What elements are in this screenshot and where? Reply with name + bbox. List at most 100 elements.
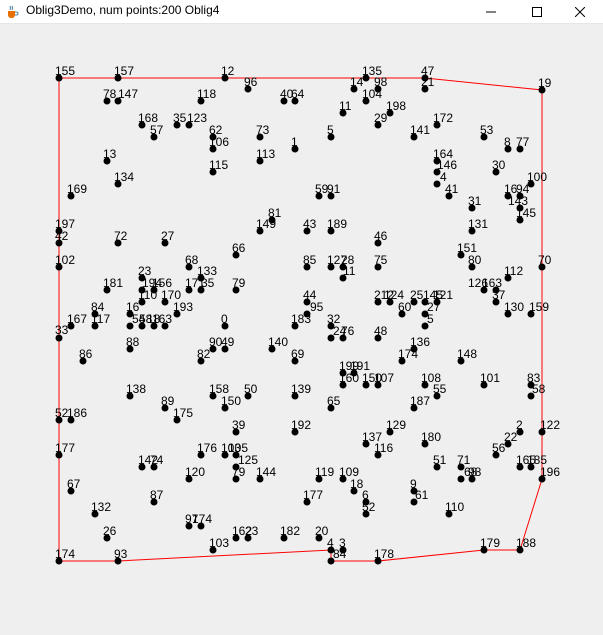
point-label: 106 <box>209 135 229 149</box>
point-label: 60 <box>398 300 412 314</box>
point-label: 178 <box>374 547 394 561</box>
point-label: 100 <box>527 170 547 184</box>
point-label: 112 <box>504 264 523 278</box>
point-label: 134 <box>114 170 134 184</box>
point-label: 107 <box>374 371 394 385</box>
point-label: 159 <box>529 300 549 314</box>
point-label: 140 <box>268 335 288 349</box>
point-label: 42 <box>55 229 69 243</box>
point-label: 95 <box>310 300 324 314</box>
window-titlebar[interactable]: Oblig3Demo, num points:200 Oblig4 <box>0 0 603 24</box>
point-label: 35 <box>201 276 215 290</box>
point-label: 76 <box>341 324 355 338</box>
point-label: 110 <box>445 500 464 514</box>
point-label: 86 <box>79 347 93 361</box>
point-label: 104 <box>362 87 382 101</box>
point-label: 84 <box>333 547 347 561</box>
point-label: 102 <box>55 253 75 267</box>
point-label: 183 <box>291 312 311 326</box>
point-label: 66 <box>232 241 246 255</box>
point-label: 182 <box>280 524 300 538</box>
point-label: 53 <box>480 123 494 137</box>
point-label: 64 <box>291 87 305 101</box>
point-label: 22 <box>504 430 518 444</box>
point-label: 67 <box>67 477 81 491</box>
point-label: 167 <box>67 312 87 326</box>
point-label: 93 <box>114 547 128 561</box>
point-label: 138 <box>126 382 146 396</box>
point-label: 49 <box>221 335 235 349</box>
point-label: 52 <box>362 500 376 514</box>
point-label: 193 <box>173 300 193 314</box>
point-label: 21 <box>421 75 435 89</box>
point-label: 58 <box>532 382 546 396</box>
point-label: 11 <box>339 99 352 113</box>
point-label: 141 <box>410 123 430 137</box>
point-label: 75 <box>374 253 388 267</box>
minimize-button[interactable] <box>468 0 514 23</box>
point-label: 5 <box>427 312 434 326</box>
point-label: 12 <box>221 64 235 78</box>
java-cup-icon <box>5 4 19 18</box>
point-label: 70 <box>538 253 552 267</box>
point-label: 91 <box>327 182 341 196</box>
point-label: 73 <box>256 123 270 137</box>
point-label: 132 <box>91 500 111 514</box>
point-label: 43 <box>303 217 317 231</box>
point-label: 198 <box>386 99 406 113</box>
point-label: 175 <box>173 406 193 420</box>
point-label: 160 <box>339 371 359 385</box>
point-label: 131 <box>468 217 488 231</box>
point-label: 69 <box>291 347 305 361</box>
point-label: 110 <box>138 288 157 302</box>
point-label: 46 <box>374 229 388 243</box>
point-label: 172 <box>433 111 453 125</box>
point-label: 74 <box>150 453 164 467</box>
point-label: 169 <box>67 182 87 196</box>
point-label: 5 <box>327 123 334 137</box>
point-label: 123 <box>187 111 207 125</box>
point-label: 118 <box>197 87 216 101</box>
point-label: 48 <box>374 324 388 338</box>
point-label: 19 <box>538 76 552 90</box>
point-label: 176 <box>197 441 217 455</box>
point-label: 113 <box>256 147 275 161</box>
point-label: 8 <box>504 135 511 149</box>
point-label: 78 <box>103 87 117 101</box>
point-label: 196 <box>540 465 560 479</box>
point-label: 149 <box>256 217 276 231</box>
point-label: 120 <box>185 465 205 479</box>
point-label: 41 <box>445 182 459 196</box>
point-label: 26 <box>103 524 117 538</box>
point-label: 103 <box>209 536 229 550</box>
point-label: 39 <box>232 418 246 432</box>
maximize-icon <box>532 6 542 17</box>
point-label: 116 <box>374 441 393 455</box>
close-icon <box>575 6 585 17</box>
point-label: 88 <box>126 335 140 349</box>
point-label: 51 <box>433 453 447 467</box>
point-label: 57 <box>150 123 164 137</box>
point-label: 33 <box>55 323 69 337</box>
point-label: 68 <box>464 465 478 479</box>
close-button[interactable] <box>557 0 603 23</box>
point-label: 115 <box>209 158 228 172</box>
point-label: 29 <box>374 111 388 125</box>
point-label: 179 <box>480 536 500 550</box>
point-label: 157 <box>114 64 134 78</box>
point-label: 189 <box>327 217 347 231</box>
point-label: 192 <box>291 418 311 432</box>
point-label: 150 <box>221 394 241 408</box>
point-label: 148 <box>457 347 477 361</box>
point-label: 117 <box>91 312 110 326</box>
point-label: 55 <box>433 382 447 396</box>
point-label: 96 <box>244 75 258 89</box>
point-label: 11 <box>343 264 356 278</box>
maximize-button[interactable] <box>514 0 560 23</box>
point-label: 181 <box>103 276 123 290</box>
point-label: 163 <box>152 312 172 326</box>
point-label: 79 <box>232 465 246 479</box>
point-label: 174 <box>398 347 418 361</box>
plot-canvas: 155 157 12 135 47 19 96 14 98 21 78 147 118 40 64 104 11… <box>0 24 603 631</box>
minimize-icon <box>486 11 496 12</box>
